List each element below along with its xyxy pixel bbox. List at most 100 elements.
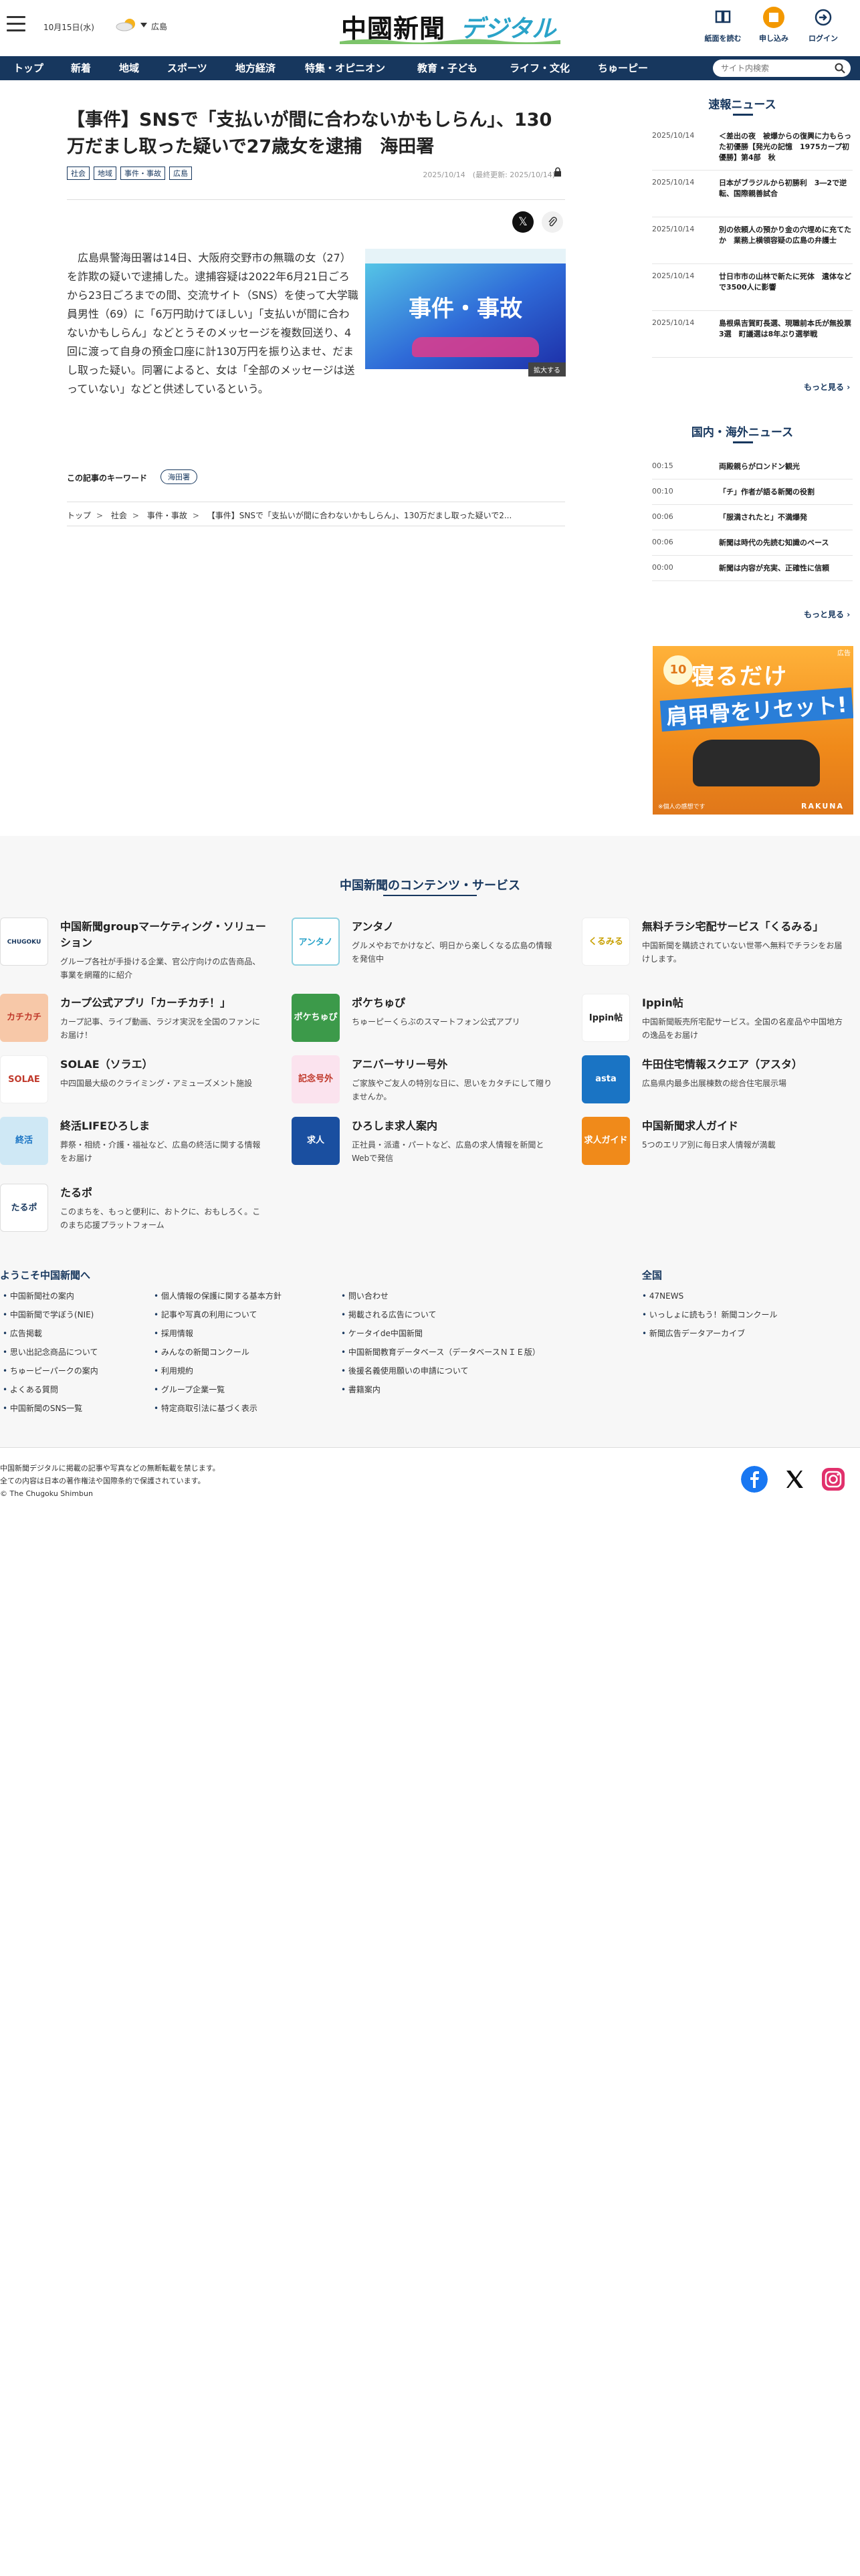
article-image[interactable]: 事件・事故 (365, 249, 566, 369)
more-sokuho-link[interactable]: もっと見る › (804, 381, 850, 393)
nav-latest[interactable]: 新着 (71, 56, 91, 80)
service-logo[interactable]: くるみる (582, 918, 630, 966)
tag-hiroshima[interactable]: 広島 (169, 167, 192, 180)
service-logo[interactable]: 求人 (292, 1117, 340, 1165)
footer-link[interactable]: いっしょに読もう！新聞コンクール (642, 1305, 778, 1324)
nav-economy[interactable]: 地方経済 (235, 56, 276, 80)
enlarge-button[interactable]: 拡大する (528, 362, 566, 377)
kokunai-item[interactable]: 00:00 新聞は内容が充実、正確性に信頼 (652, 563, 853, 579)
nav-top[interactable]: トップ (13, 56, 43, 80)
kokunai-item[interactable]: 00:15 両殿親らがロンドン観光 (652, 461, 853, 477)
footer-link[interactable]: 中国新聞で学ぼう(NIE) (3, 1305, 98, 1324)
service-item[interactable]: 求人 ひろしま求人案内 正社員・派遣・パートなど、広島の求人情報を新聞とWebで発信 (292, 1117, 559, 1170)
tag-region[interactable]: 地域 (94, 167, 116, 180)
service-item[interactable]: アンタノ アンタノ グルメやおでかけなど、明日から楽しくなる広島の情報を発信中 (292, 918, 559, 971)
menu-icon[interactable] (7, 16, 25, 32)
service-name[interactable]: 中国新聞求人ガイド (642, 1118, 849, 1134)
x-icon[interactable] (781, 1466, 808, 1493)
nav-chupy[interactable]: ちゅーピー (598, 56, 648, 80)
service-item[interactable]: カチカチ カープ公式アプリ「カーチカチ！」 カープ記事、ライブ動画、ラジオ実況を全国… (0, 994, 267, 1047)
chevron-down-icon[interactable] (140, 23, 147, 28)
service-logo[interactable]: アンタノ (292, 918, 340, 966)
breadcrumb-society[interactable]: 社会 (111, 511, 127, 520)
service-name[interactable]: アニバーサリー号外 (352, 1057, 559, 1073)
breadcrumb-incident[interactable]: 事件・事故 (147, 511, 187, 520)
service-item[interactable]: CHUGOKU 中国新聞groupマーケティング・ソリューション グループ各社が手掛… (0, 918, 267, 980)
nav-region[interactable]: 地域 (119, 56, 139, 80)
service-name[interactable]: たるポ (60, 1185, 267, 1201)
service-logo[interactable]: CHUGOKU (0, 918, 48, 966)
kokunai-item[interactable]: 00:06 「服満されたと」不満爆発 (652, 512, 853, 528)
service-item[interactable]: Ippin帖 Ippin帖 中国新聞販売所宅配サービス。全国の名産品や中国地方の逸品… (582, 994, 849, 1047)
footer-link[interactable]: 広告掲載 (3, 1324, 98, 1343)
footer-link[interactable]: 47NEWS (642, 1287, 778, 1305)
service-name[interactable]: 無料チラシ宅配サービス「くるみる」 (642, 919, 849, 935)
nav-sports[interactable]: スポーツ (167, 56, 207, 80)
service-name[interactable]: Ippin帖 (642, 995, 849, 1011)
sokuho-item[interactable]: 2025/10/14 廿日市市の山林で新たに死体 遺体などで3500人に影響 (652, 272, 853, 309)
service-logo[interactable]: Ippin帖 (582, 994, 630, 1042)
read-paper-button[interactable]: 紙面を読む (700, 7, 746, 43)
more-kokunai-link[interactable]: もっと見る › (804, 609, 850, 620)
footer-link[interactable]: グループ企業一覧 (154, 1380, 282, 1399)
service-logo[interactable]: 終活 (0, 1117, 48, 1165)
footer-link[interactable]: 特定商取引法に基づく表示 (154, 1399, 282, 1418)
search-icon[interactable] (835, 63, 845, 74)
header-region[interactable]: 広島 (151, 21, 167, 32)
service-logo[interactable]: SOLAE (0, 1055, 48, 1103)
service-item[interactable]: asta 牛田住宅情報スクエア（アスタ） 広島県内最多出展棟数の総合住宅展示場 (582, 1055, 849, 1109)
nav-opinion[interactable]: 特集・オピニオン (305, 56, 385, 80)
tag-incident[interactable]: 事件・事故 (120, 167, 165, 180)
service-item[interactable]: 求人ガイド 中国新聞求人ガイド 5つのエリア別に毎日求人情報が満載 (582, 1117, 849, 1170)
nav-education[interactable]: 教育・子ども (417, 56, 477, 80)
footer-link[interactable]: 思い出記念商品について (3, 1343, 98, 1362)
service-name[interactable]: SOLAE（ソラエ） (60, 1057, 267, 1073)
instagram-icon[interactable] (820, 1466, 847, 1493)
tag-society[interactable]: 社会 (67, 167, 90, 180)
footer-link[interactable]: ちゅーピーパークの案内 (3, 1362, 98, 1380)
sokuho-item[interactable]: 2025/10/14 ＜差出の夜 被爆からの復興に力もらった初優勝【発光の記憶 1… (652, 131, 853, 169)
footer-link[interactable]: 新聞広告データアーカイブ (642, 1324, 778, 1343)
footer-link[interactable]: 書籍案内 (341, 1380, 540, 1399)
sokuho-item[interactable]: 2025/10/14 別の依頼人の預かり金の穴埋めに充てたか 業務上横領容疑の広島… (652, 225, 853, 262)
service-item[interactable]: SOLAE SOLAE（ソラエ） 中四国最大級のクライミング・アミューズメント施設 (0, 1055, 267, 1109)
advertisement[interactable]: 広告 10 寝るだけ 肩甲骨をリセット! ※個人の感想です RAKUNA (653, 646, 853, 815)
kokunai-item[interactable]: 00:10 「チ」作者が語る新聞の役割 (652, 487, 853, 503)
footer-link[interactable]: 中国新聞教育データベース（データベースＮＩＥ版） (341, 1343, 540, 1362)
service-name[interactable]: 中国新聞groupマーケティング・ソリューション (60, 919, 267, 951)
service-name[interactable]: 牛田住宅情報スクエア（アスタ） (642, 1057, 849, 1073)
footer-link[interactable]: ケータイde中国新聞 (341, 1324, 540, 1343)
footer-link[interactable]: よくある質問 (3, 1380, 98, 1399)
service-logo[interactable]: カチカチ (0, 994, 48, 1042)
footer-link[interactable]: みんなの新聞コンクール (154, 1343, 282, 1362)
copy-link-button[interactable] (542, 211, 563, 233)
service-name[interactable]: ひろしま求人案内 (352, 1118, 559, 1134)
signup-button[interactable]: 申し込み (750, 7, 797, 43)
service-logo[interactable]: ポケちゅぴ (292, 994, 340, 1042)
footer-link[interactable]: 採用情報 (154, 1324, 282, 1343)
footer-link[interactable]: 利用規約 (154, 1362, 282, 1380)
search-input[interactable] (721, 62, 828, 74)
service-item[interactable]: たるポ たるポ このまちを、もっと便利に、おトクに、おもしろく。このまち応援プラット… (0, 1184, 267, 1237)
service-item[interactable]: ポケちゅぴ ポケちゅぴ ちゅーピーくらぶのスマートフォン公式アプリ (292, 994, 559, 1047)
service-logo[interactable]: asta (582, 1055, 630, 1103)
service-name[interactable]: 終活LIFEひろしま (60, 1118, 267, 1134)
footer-link[interactable]: 中国新聞のSNS一覧 (3, 1399, 98, 1418)
service-name[interactable]: ポケちゅぴ (352, 995, 559, 1011)
footer-link[interactable]: 中国新聞社の案内 (3, 1287, 98, 1305)
site-search[interactable] (713, 60, 851, 77)
footer-link[interactable]: 後援名義使用願いの申請について (341, 1362, 540, 1380)
service-item[interactable]: 終活 終活LIFEひろしま 葬祭・相続・介護・福祉など、広島の終活に関する情報をお届… (0, 1117, 267, 1170)
service-item[interactable]: 記念号外 アニバーサリー号外 ご家族やご友人の特別な日に、思いをカタチにして贈りませ… (292, 1055, 559, 1109)
share-x-button[interactable]: 𝕏 (512, 211, 534, 233)
service-name[interactable]: カープ公式アプリ「カーチカチ！」 (60, 995, 267, 1011)
facebook-icon[interactable] (741, 1466, 768, 1493)
service-logo[interactable]: たるポ (0, 1184, 48, 1232)
sokuho-item[interactable]: 2025/10/14 島根県吉賀町長選、現職前本氏が無投票3選 町議選は8年ぶり選… (652, 318, 853, 356)
keyword-tag[interactable]: 海田署 (160, 469, 197, 484)
login-button[interactable]: ログイン (800, 7, 847, 43)
service-logo[interactable]: 記念号外 (292, 1055, 340, 1103)
footer-link[interactable]: 掲載される広告について (341, 1305, 540, 1324)
sokuho-item[interactable]: 2025/10/14 日本がブラジルから初勝利 3―2で逆転、国際親善試合 (652, 178, 853, 215)
footer-link[interactable]: 個人情報の保護に関する基本方針 (154, 1287, 282, 1305)
